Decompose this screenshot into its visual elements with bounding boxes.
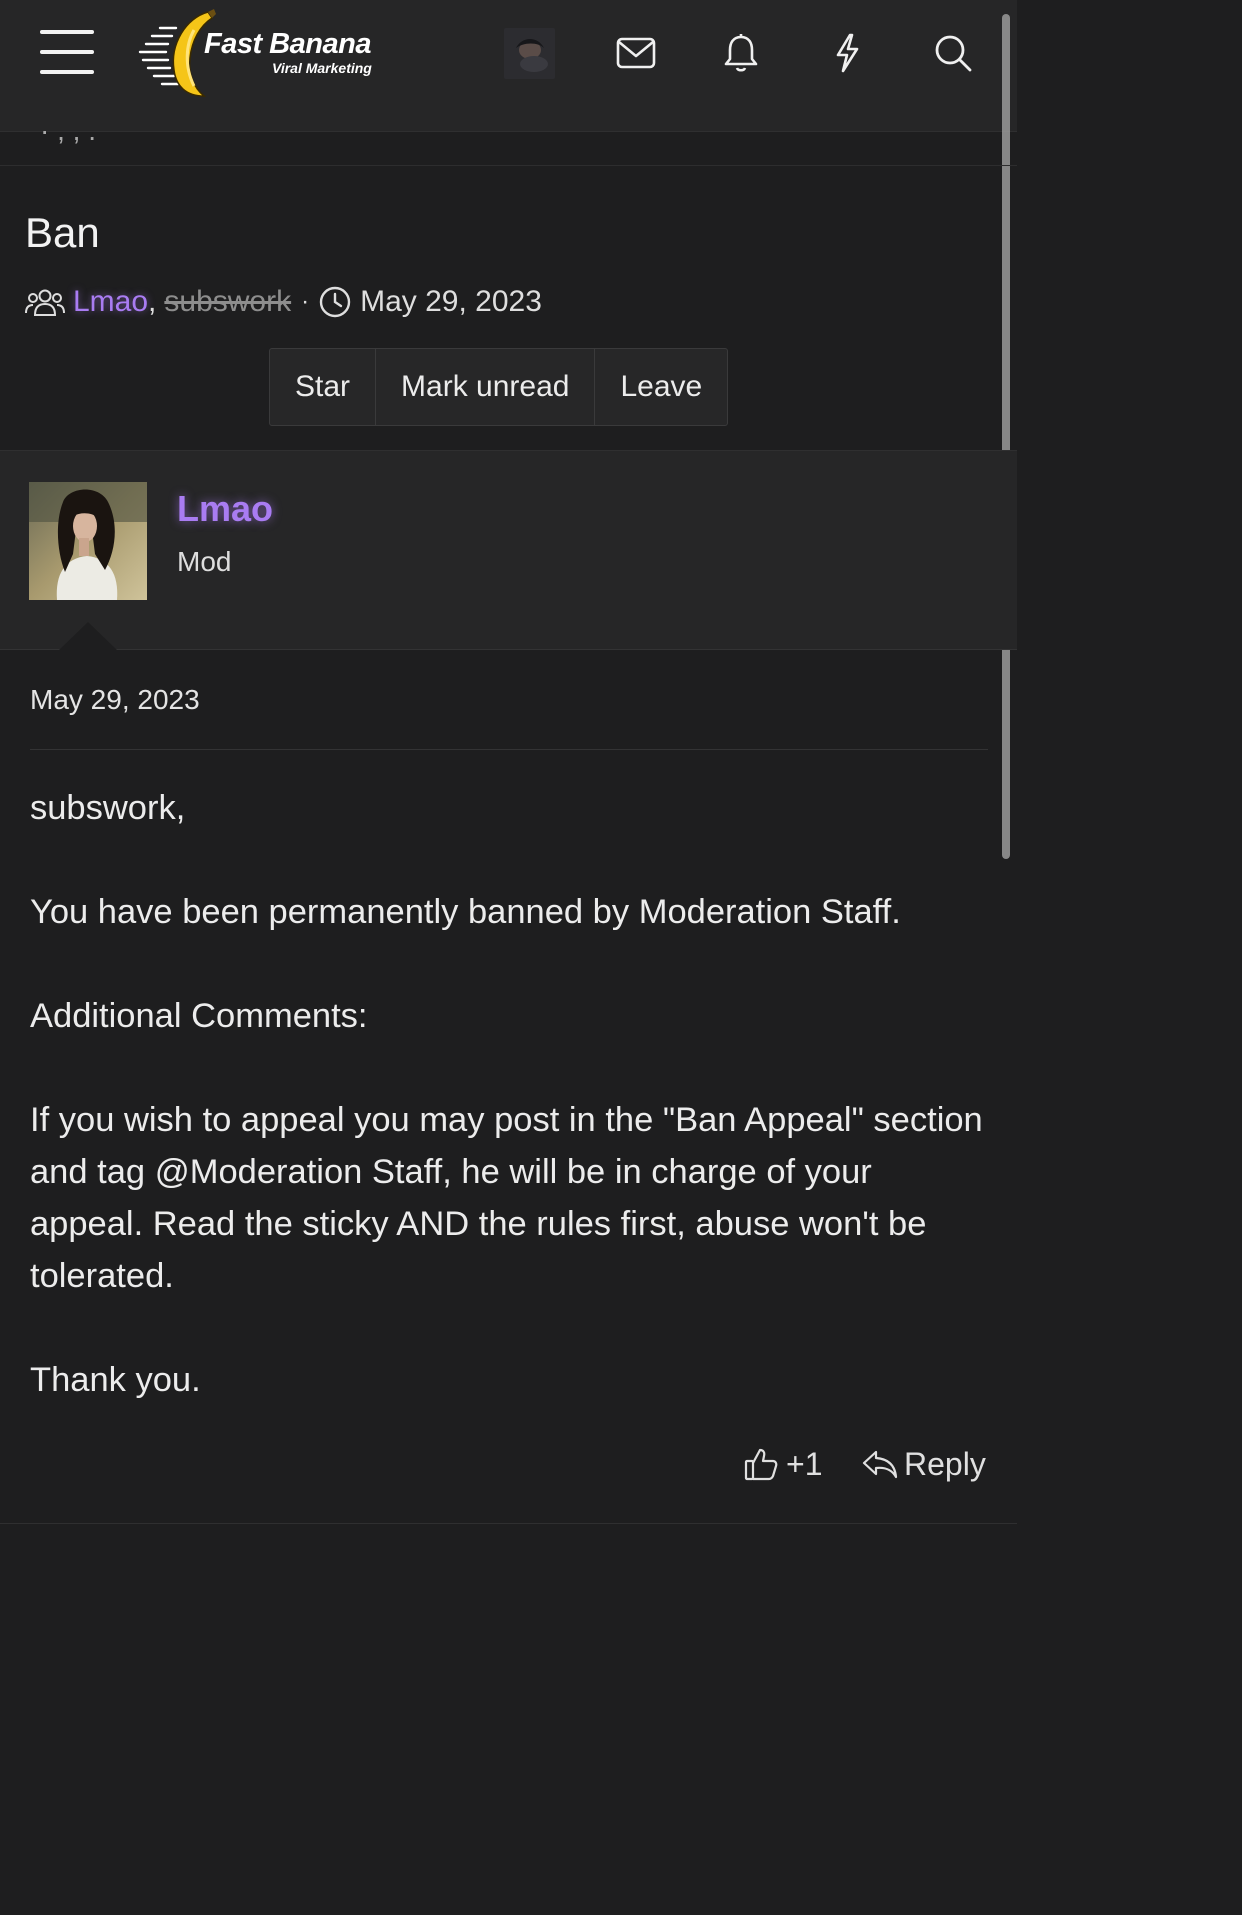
reply-icon (862, 1448, 898, 1480)
author-name[interactable]: Lmao (177, 488, 273, 530)
message-body: subswork, You have been permanently bann… (30, 782, 990, 1406)
envelope-icon[interactable] (613, 30, 659, 76)
search-icon[interactable] (930, 30, 976, 76)
conversation-actions: Star Mark unread Leave (269, 348, 729, 426)
leave-button[interactable]: Leave (595, 349, 727, 425)
message-greeting: subswork, (30, 789, 186, 827)
message-comments-heading: Additional Comments: (30, 997, 368, 1035)
message-pointer-arrow (59, 622, 117, 650)
reply-label: Reply (904, 1445, 986, 1482)
participant-link-lmao[interactable]: Lmao (73, 285, 148, 319)
message-author-block (0, 451, 1017, 650)
bell-icon[interactable] (718, 30, 764, 76)
conversation-date[interactable]: May 29, 2023 (360, 285, 542, 319)
message-date[interactable]: May 29, 2023 (30, 684, 200, 716)
site-logo[interactable]: Fast Banana Viral Marketing (138, 8, 388, 100)
breadcrumb-fragment: · , , . (40, 131, 96, 147)
message-ban-notice: You have been permanently banned by Mode… (30, 893, 901, 931)
breadcrumb: · , , . (0, 131, 1017, 166)
conversation-title: Ban (25, 209, 100, 256)
participants-icon (25, 287, 65, 317)
message-footer-line (0, 1523, 1017, 1524)
meta-dot: · (301, 288, 310, 315)
logo-subtitle: Viral Marketing (272, 60, 372, 76)
author-avatar[interactable] (29, 482, 147, 600)
like-button[interactable]: +1 (744, 1440, 822, 1488)
message-divider (30, 749, 988, 750)
lightning-icon[interactable] (824, 30, 870, 76)
top-navigation-bar: Fast Banana Viral Marketing (0, 0, 1017, 132)
menu-icon[interactable] (40, 30, 94, 74)
like-count: +1 (786, 1445, 823, 1482)
message-closing: Thank you. (30, 1361, 201, 1399)
star-button[interactable]: Star (270, 349, 377, 425)
clock-icon (319, 286, 351, 318)
mark-unread-button[interactable]: Mark unread (376, 349, 596, 425)
logo-title: Fast Banana (204, 28, 371, 60)
participant-link-subswork[interactable]: subswork (164, 285, 291, 319)
conversation-meta: Lmao , subswork · May 29, 2023 (25, 282, 542, 322)
author-role: Mod (177, 546, 232, 577)
account-avatar[interactable] (504, 28, 555, 79)
message-appeal-instructions: If you wish to appeal you may post in th… (30, 1101, 983, 1295)
thumbs-up-icon (744, 1447, 778, 1481)
reply-button[interactable]: Reply (862, 1440, 986, 1488)
participant-separator: , (148, 285, 157, 318)
